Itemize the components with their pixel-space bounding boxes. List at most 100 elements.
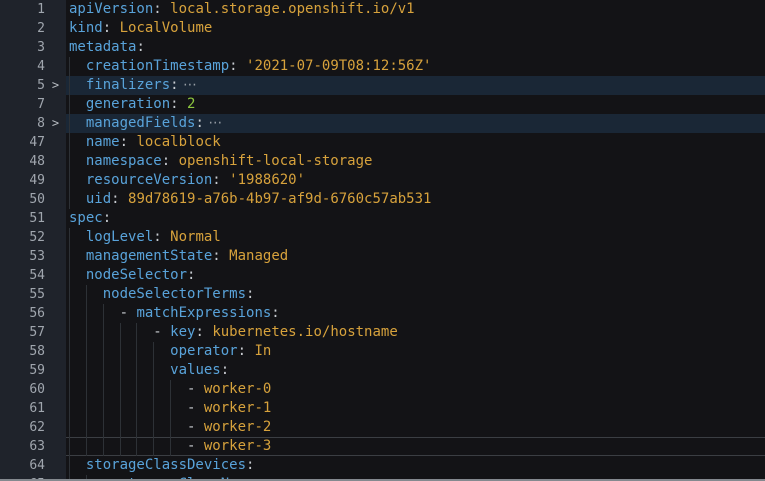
line-number[interactable]: 2	[0, 19, 45, 38]
code-line-7[interactable]: 7 > generation: 2	[0, 95, 765, 114]
line-number[interactable]: 56	[0, 304, 45, 323]
yaml-value: '2021-07-09T08:12:56Z'	[246, 58, 431, 74]
code-line-3[interactable]: 3 > metadata:	[0, 38, 765, 57]
yaml-key: generation	[86, 96, 170, 112]
line-number[interactable]: 1	[0, 0, 45, 19]
fold-chevron-icon[interactable]: >	[45, 114, 66, 133]
yaml-key: apiVersion	[69, 1, 153, 17]
line-number[interactable]: 54	[0, 266, 45, 285]
gutter-cell: 61 >	[0, 399, 66, 418]
line-number[interactable]: 58	[0, 342, 45, 361]
code-line-5[interactable]: 5 > finalizers: ⋯	[0, 76, 765, 95]
code-content[interactable]: - worker-3	[66, 437, 765, 456]
fold-chevron-icon[interactable]: >	[45, 76, 66, 95]
code-line-56[interactable]: 56 > - matchExpressions:	[0, 304, 765, 323]
line-number[interactable]: 62	[0, 418, 45, 437]
code-content[interactable]: - key: kubernetes.io/hostname	[66, 323, 765, 342]
line-number[interactable]: 4	[0, 57, 45, 76]
code-line-4[interactable]: 4 > creationTimestamp: '2021-07-09T08:12…	[0, 57, 765, 76]
code-line-62[interactable]: 62 > - worker-2	[0, 418, 765, 437]
code-content[interactable]: metadata:	[66, 38, 765, 57]
line-number[interactable]: 59	[0, 361, 45, 380]
yaml-key: metadata	[69, 39, 136, 55]
code-content[interactable]: - matchExpressions:	[66, 304, 765, 323]
code-line-55[interactable]: 55 > nodeSelectorTerms:	[0, 285, 765, 304]
gutter-cell: 48 >	[0, 152, 66, 171]
yaml-key: kind	[69, 20, 103, 36]
line-number[interactable]: 50	[0, 190, 45, 209]
line-number[interactable]: 52	[0, 228, 45, 247]
gutter-cell: 53 >	[0, 247, 66, 266]
yaml-key: key	[170, 324, 195, 340]
code-content[interactable]: generation: 2	[66, 95, 765, 114]
code-line-61[interactable]: 61 > - worker-1	[0, 399, 765, 418]
gutter-cell: 57 >	[0, 323, 66, 342]
line-number[interactable]: 8	[0, 114, 45, 133]
line-number[interactable]: 7	[0, 95, 45, 114]
line-number[interactable]: 5	[0, 76, 45, 95]
code-text: - worker-3	[69, 438, 271, 454]
code-line-53[interactable]: 53 > managementState: Managed	[0, 247, 765, 266]
code-text: namespace: openshift-local-storage	[69, 153, 372, 169]
code-content[interactable]: namespace: openshift-local-storage	[66, 152, 765, 171]
line-number[interactable]: 51	[0, 209, 45, 228]
colon: :	[238, 343, 246, 359]
line-number[interactable]: 3	[0, 38, 45, 57]
code-content[interactable]: kind: LocalVolume	[66, 19, 765, 38]
line-number[interactable]: 53	[0, 247, 45, 266]
fold-ellipsis[interactable]: ⋯	[204, 115, 222, 131]
fold-ellipsis[interactable]: ⋯	[179, 77, 197, 93]
code-line-51[interactable]: 51 > spec:	[0, 209, 765, 228]
code-line-57[interactable]: 57 > - key: kubernetes.io/hostname	[0, 323, 765, 342]
code-content[interactable]: apiVersion: local.storage.openshift.io/v…	[66, 0, 765, 19]
code-line-60[interactable]: 60 > - worker-0	[0, 380, 765, 399]
code-line-63[interactable]: 63 > - worker-3	[0, 437, 765, 456]
code-line-50[interactable]: 50 > uid: 89d78619-a76b-4b97-af9d-6760c5…	[0, 190, 765, 209]
line-number[interactable]: 47	[0, 133, 45, 152]
code-content[interactable]: nodeSelector:	[66, 266, 765, 285]
code-line-8[interactable]: 8 > managedFields: ⋯	[0, 114, 765, 133]
code-content[interactable]: logLevel: Normal	[66, 228, 765, 247]
colon: :	[187, 267, 195, 283]
code-text: finalizers: ⋯	[69, 77, 197, 93]
code-content[interactable]: managementState: Managed	[66, 247, 765, 266]
line-number[interactable]: 63	[0, 437, 45, 456]
code-content[interactable]: - worker-1	[66, 399, 765, 418]
code-content[interactable]: - worker-0	[66, 380, 765, 399]
code-line-58[interactable]: 58 > operator: In	[0, 342, 765, 361]
line-number[interactable]: 64	[0, 456, 45, 475]
code-content[interactable]: nodeSelectorTerms:	[66, 285, 765, 304]
colon: :	[136, 39, 144, 55]
line-number[interactable]: 61	[0, 399, 45, 418]
code-content[interactable]: spec:	[66, 209, 765, 228]
code-line-54[interactable]: 54 > nodeSelector:	[0, 266, 765, 285]
code-content[interactable]: values:	[66, 361, 765, 380]
yaml-editor[interactable]: 1 > apiVersion: local.storage.openshift.…	[0, 0, 765, 481]
yaml-key: namespace	[86, 153, 162, 169]
code-content[interactable]: resourceVersion: '1988620'	[66, 171, 765, 190]
code-content[interactable]: finalizers: ⋯	[66, 76, 765, 95]
code-line-47[interactable]: 47 > name: localblock	[0, 133, 765, 152]
code-content[interactable]: managedFields: ⋯	[66, 114, 765, 133]
colon: :	[195, 324, 203, 340]
code-content[interactable]: storageClassDevices:	[66, 456, 765, 475]
yaml-value: 89d78619-a76b-4b97-af9d-6760c57ab531	[128, 191, 431, 207]
line-number[interactable]: 49	[0, 171, 45, 190]
code-content[interactable]: - worker-2	[66, 418, 765, 437]
gutter-cell: 8 >	[0, 114, 66, 133]
code-line-59[interactable]: 59 > values:	[0, 361, 765, 380]
code-line-48[interactable]: 48 > namespace: openshift-local-storage	[0, 152, 765, 171]
line-number[interactable]: 57	[0, 323, 45, 342]
code-content[interactable]: creationTimestamp: '2021-07-09T08:12:56Z…	[66, 57, 765, 76]
code-line-64[interactable]: 64 > storageClassDevices:	[0, 456, 765, 475]
code-content[interactable]: name: localblock	[66, 133, 765, 152]
code-line-2[interactable]: 2 > kind: LocalVolume	[0, 19, 765, 38]
line-number[interactable]: 60	[0, 380, 45, 399]
code-line-49[interactable]: 49 > resourceVersion: '1988620'	[0, 171, 765, 190]
line-number[interactable]: 48	[0, 152, 45, 171]
code-line-1[interactable]: 1 > apiVersion: local.storage.openshift.…	[0, 0, 765, 19]
code-line-52[interactable]: 52 > logLevel: Normal	[0, 228, 765, 247]
line-number[interactable]: 55	[0, 285, 45, 304]
code-content[interactable]: operator: In	[66, 342, 765, 361]
code-content[interactable]: uid: 89d78619-a76b-4b97-af9d-6760c57ab53…	[66, 190, 765, 209]
